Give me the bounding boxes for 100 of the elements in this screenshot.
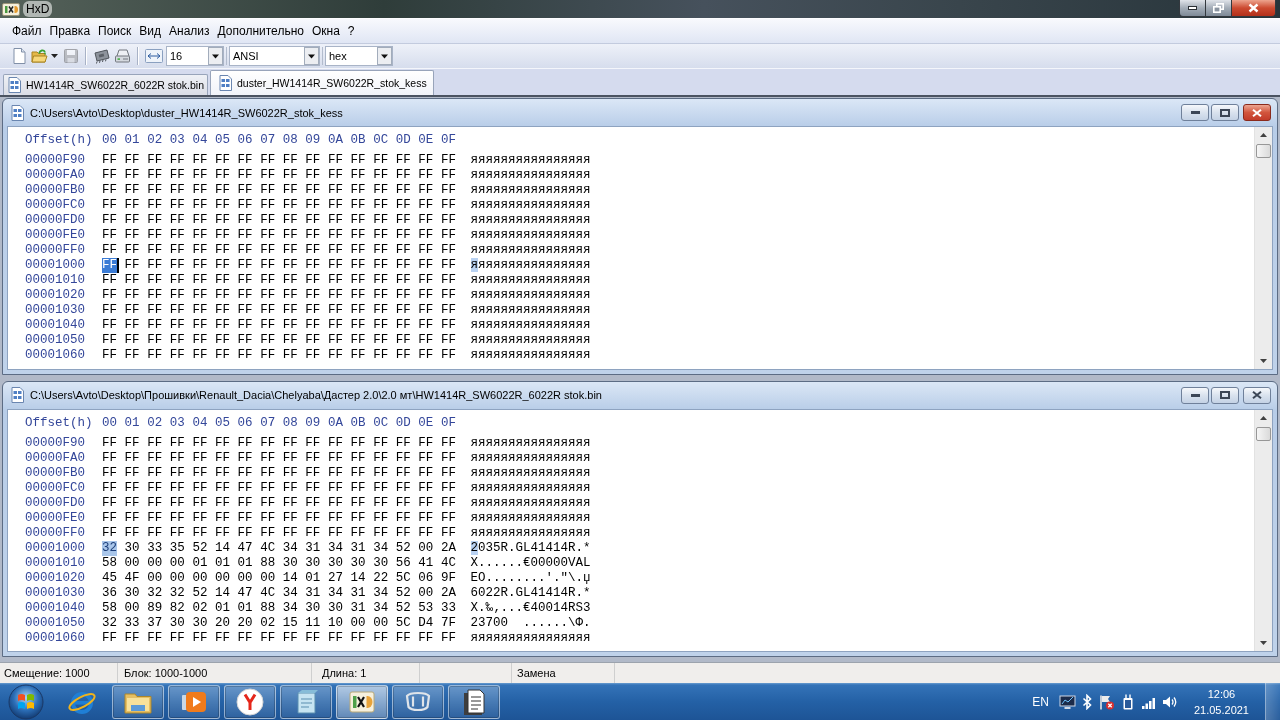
- hex-byte[interactable]: FF: [305, 228, 321, 243]
- hex-byte[interactable]: FF: [440, 213, 456, 228]
- hex-byte[interactable]: 58: [102, 555, 117, 571]
- hex-byte[interactable]: FF: [395, 318, 411, 333]
- hex-byte[interactable]: 31: [350, 540, 366, 556]
- hex-byte[interactable]: 30: [327, 555, 343, 571]
- hex-byte[interactable]: FF: [237, 630, 253, 646]
- hex-byte[interactable]: FF: [373, 348, 389, 363]
- hex-byte[interactable]: FF: [102, 630, 117, 646]
- hex-byte[interactable]: FF: [373, 318, 389, 333]
- hex-byte[interactable]: 33: [440, 600, 456, 616]
- hex-byte[interactable]: 32: [147, 585, 163, 601]
- hex-byte[interactable]: FF: [350, 333, 366, 348]
- hex-byte[interactable]: FF: [373, 630, 389, 646]
- hex-byte[interactable]: FF: [214, 480, 230, 496]
- hex-byte[interactable]: FF: [418, 213, 434, 228]
- hex-byte[interactable]: FF: [395, 168, 411, 183]
- hex-byte[interactable]: FF: [237, 525, 253, 541]
- hex-byte[interactable]: FF: [440, 630, 456, 646]
- hex-byte[interactable]: 00: [373, 615, 389, 631]
- hex-byte[interactable]: FF: [395, 228, 411, 243]
- hex-byte[interactable]: FF: [237, 168, 253, 183]
- hex-byte[interactable]: FF: [282, 435, 298, 451]
- ascii-text[interactable]: яяяяяяяяяяяяяяяя: [470, 465, 591, 481]
- hex-byte[interactable]: 01: [192, 555, 208, 571]
- ascii-text[interactable]: яяяяяяяяяяяяяяяя: [470, 333, 591, 348]
- hex-byte[interactable]: FF: [327, 303, 343, 318]
- hex-byte[interactable]: FF: [282, 303, 298, 318]
- hex-byte[interactable]: FF: [237, 228, 253, 243]
- hex-byte[interactable]: FF: [102, 198, 117, 213]
- hex-byte[interactable]: FF: [350, 243, 366, 258]
- hex-byte[interactable]: FF: [214, 333, 230, 348]
- hex-byte[interactable]: FF: [395, 510, 411, 526]
- hex-byte[interactable]: FF: [147, 213, 163, 228]
- hex-byte[interactable]: 4F: [124, 570, 140, 586]
- hex-byte[interactable]: 36: [102, 585, 117, 601]
- hex-byte[interactable]: 30: [305, 555, 321, 571]
- hex-byte[interactable]: FF: [418, 273, 434, 288]
- hex-byte[interactable]: FF: [395, 183, 411, 198]
- hex-byte[interactable]: FF: [418, 435, 434, 451]
- hex-byte[interactable]: FF: [305, 333, 321, 348]
- hex-byte[interactable]: FF: [124, 525, 140, 541]
- hex-byte[interactable]: 34: [282, 585, 298, 601]
- vertical-scrollbar[interactable]: [1254, 409, 1272, 651]
- hex-byte[interactable]: 52: [192, 540, 208, 556]
- hex-byte[interactable]: FF: [192, 435, 208, 451]
- hex-byte[interactable]: FF: [147, 333, 163, 348]
- hex-byte[interactable]: FF: [350, 318, 366, 333]
- ascii-text[interactable]: яяяяяяяяяяяяяяяя: [470, 495, 591, 511]
- ascii-text[interactable]: яяяяяяяяяяяяяяяя: [470, 288, 591, 303]
- hex-byte[interactable]: FF: [169, 495, 185, 511]
- hex-byte[interactable]: FF: [214, 213, 230, 228]
- hex-byte[interactable]: FF: [418, 348, 434, 363]
- hex-byte[interactable]: FF: [214, 525, 230, 541]
- hex-byte[interactable]: FF: [282, 333, 298, 348]
- hex-byte[interactable]: FF: [147, 153, 163, 168]
- hex-byte[interactable]: FF: [260, 273, 276, 288]
- hex-byte[interactable]: 33: [147, 540, 163, 556]
- hex-byte[interactable]: FF: [305, 318, 321, 333]
- hex-byte[interactable]: FF: [395, 450, 411, 466]
- hex-byte[interactable]: 20: [214, 615, 230, 631]
- hex-byte[interactable]: 02: [192, 600, 208, 616]
- hex-byte[interactable]: FF: [124, 630, 140, 646]
- hex-byte[interactable]: FF: [418, 318, 434, 333]
- hex-byte[interactable]: FF: [237, 480, 253, 496]
- hex-byte[interactable]: 32: [102, 615, 117, 631]
- hex-byte[interactable]: 30: [169, 615, 185, 631]
- menu-item[interactable]: Правка: [45, 22, 95, 40]
- ascii-text[interactable]: яяяяяяяяяяяяяяяя: [470, 228, 591, 243]
- hex-byte[interactable]: FF: [214, 258, 230, 273]
- hex-byte[interactable]: 30: [124, 540, 140, 556]
- hex-byte[interactable]: 34: [373, 585, 389, 601]
- hex-byte[interactable]: FF: [282, 318, 298, 333]
- hex-byte[interactable]: FF: [418, 630, 434, 646]
- hex-byte[interactable]: FF: [418, 153, 434, 168]
- hex-byte[interactable]: FF: [260, 213, 276, 228]
- hex-byte[interactable]: FF: [327, 525, 343, 541]
- hex-byte[interactable]: FF: [418, 480, 434, 496]
- hex-byte[interactable]: 34: [327, 585, 343, 601]
- hex-byte[interactable]: FF: [169, 630, 185, 646]
- monitor-icon[interactable]: [1058, 693, 1076, 710]
- hex-byte[interactable]: FF: [327, 495, 343, 511]
- hex-byte[interactable]: FF: [169, 198, 185, 213]
- hex-byte[interactable]: FF: [237, 333, 253, 348]
- hex-byte[interactable]: 35: [169, 540, 185, 556]
- hex-byte[interactable]: FF: [350, 153, 366, 168]
- minimize-button[interactable]: [1179, 0, 1206, 17]
- hex-byte[interactable]: FF: [147, 318, 163, 333]
- hex-byte[interactable]: FF: [192, 480, 208, 496]
- hex-byte[interactable]: FF: [350, 435, 366, 451]
- flag-cross-icon[interactable]: [1097, 693, 1115, 710]
- hex-byte[interactable]: FF: [418, 510, 434, 526]
- hex-byte[interactable]: FF: [102, 303, 117, 318]
- hex-byte[interactable]: 4C: [260, 585, 276, 601]
- hex-byte[interactable]: 01: [214, 555, 230, 571]
- hex-byte[interactable]: 00: [418, 585, 434, 601]
- hex-byte[interactable]: FF: [214, 273, 230, 288]
- hex-byte[interactable]: 5C: [395, 615, 411, 631]
- hex-byte[interactable]: FF: [192, 183, 208, 198]
- hex-byte[interactable]: 4C: [440, 555, 456, 571]
